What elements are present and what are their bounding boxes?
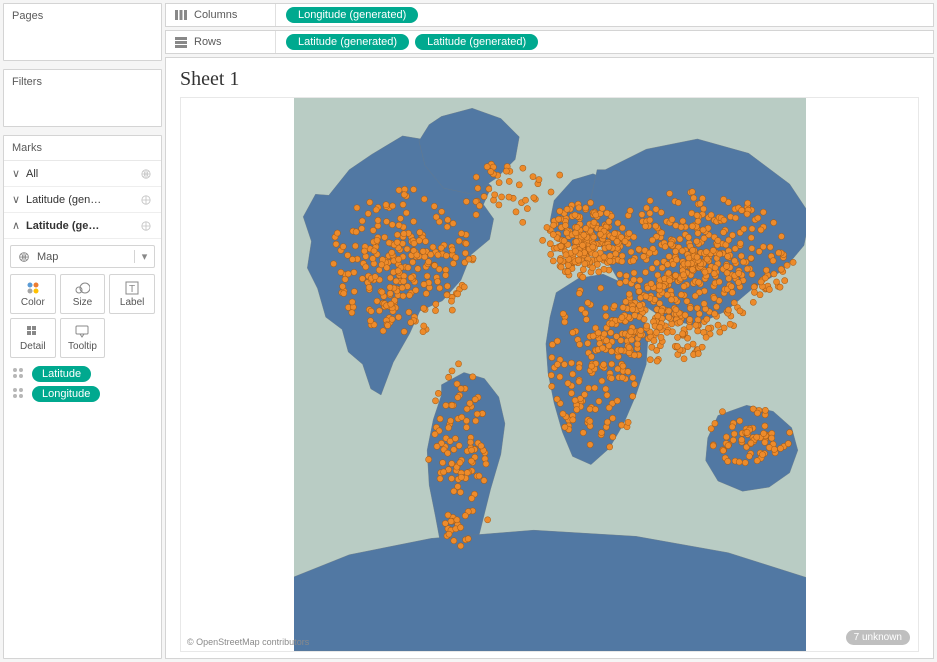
columns-shelf[interactable]: Columns Longitude (generated) — [165, 3, 934, 27]
mark-type-label: Map — [37, 251, 58, 263]
marks-pill-longitude[interactable]: Longitude — [4, 384, 161, 404]
label-icon: T — [125, 281, 139, 295]
marks-layer-all[interactable]: ∨ All — [4, 161, 161, 187]
marks-title: Marks — [4, 136, 161, 161]
rows-label: Rows — [194, 36, 222, 48]
color-label: Color — [21, 297, 45, 308]
marks-layer-latitude-1[interactable]: ∨ Latitude (gen… — [4, 187, 161, 213]
rows-icon — [174, 36, 188, 48]
chevron-up-icon: ∧ — [12, 219, 22, 232]
columns-label: Columns — [194, 9, 237, 21]
tooltip-icon — [75, 325, 89, 339]
pill-label: Longitude — [32, 386, 100, 402]
chevron-down-icon: ∨ — [12, 167, 22, 180]
marks-layer-label: All — [26, 168, 139, 180]
tooltip-label: Tooltip — [68, 341, 97, 352]
rows-pill[interactable]: Latitude (generated) — [415, 34, 538, 50]
marks-layer-label: Latitude (gen… — [26, 194, 139, 206]
unknown-badge[interactable]: 7 unknown — [846, 630, 910, 645]
dropdown-arrow-icon: ▾ — [134, 250, 148, 263]
marks-card: Marks ∨ All ∨ Latitude (gen… ∧ Latitude … — [3, 135, 162, 659]
size-icon — [74, 281, 90, 295]
detail-icon — [10, 367, 28, 381]
pages-title: Pages — [4, 4, 161, 28]
globe-icon — [139, 221, 153, 231]
globe-icon — [139, 195, 153, 205]
marks-pill-latitude[interactable]: Latitude — [4, 364, 161, 384]
rows-shelf[interactable]: Rows Latitude (generated) Latitude (gene… — [165, 30, 934, 54]
columns-pill[interactable]: Longitude (generated) — [286, 7, 418, 23]
size-label: Size — [73, 297, 92, 308]
viz-canvas[interactable]: Sheet 1 — [165, 57, 934, 659]
label-label: Label — [120, 297, 144, 308]
color-shelf[interactable]: Color — [10, 274, 56, 314]
filters-title: Filters — [4, 70, 161, 94]
pages-shelf[interactable]: Pages — [3, 3, 162, 61]
pill-label: Latitude — [32, 366, 91, 382]
detail-label: Detail — [20, 341, 46, 352]
svg-text:T: T — [129, 284, 135, 295]
marks-layer-label: Latitude (ge… — [26, 220, 139, 232]
chevron-down-icon: ∨ — [12, 193, 22, 206]
globe-icon — [139, 169, 153, 179]
globe-icon — [17, 251, 31, 263]
world-map — [294, 98, 806, 651]
marks-layer-latitude-2[interactable]: ∧ Latitude (ge… — [4, 213, 161, 239]
detail-icon — [26, 325, 40, 339]
mark-type-dropdown[interactable]: Map ▾ — [10, 245, 155, 268]
detail-shelf[interactable]: Detail — [10, 318, 56, 358]
color-icon — [26, 281, 40, 295]
sheet-title[interactable]: Sheet 1 — [166, 58, 933, 97]
detail-icon — [10, 387, 28, 401]
map-view[interactable]: © OpenStreetMap contributors 7 unknown — [180, 97, 919, 652]
filters-shelf[interactable]: Filters — [3, 69, 162, 127]
rows-pill[interactable]: Latitude (generated) — [286, 34, 409, 50]
tooltip-shelf[interactable]: Tooltip — [60, 318, 106, 358]
map-attribution: © OpenStreetMap contributors — [187, 637, 309, 647]
size-shelf[interactable]: Size — [60, 274, 106, 314]
columns-icon — [174, 9, 188, 21]
label-shelf[interactable]: T Label — [109, 274, 155, 314]
